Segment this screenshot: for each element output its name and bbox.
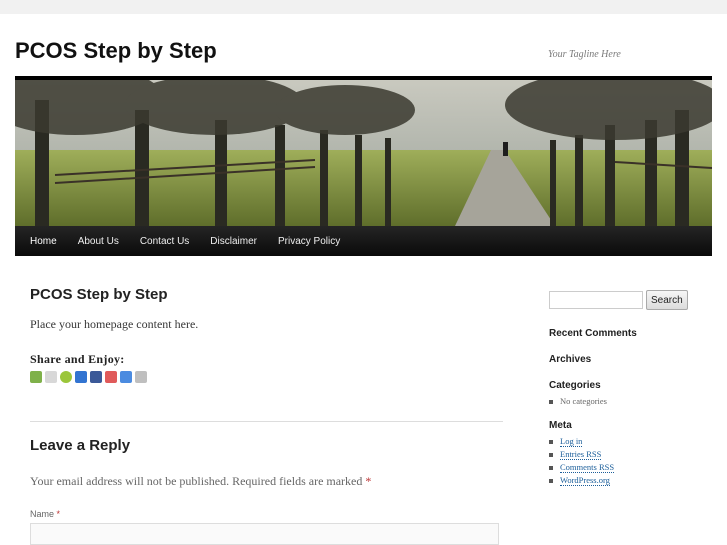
meta-entries-rss-link[interactable]: Entries RSS <box>560 449 602 460</box>
share-icons <box>30 371 505 383</box>
recent-comments-title: Recent Comments <box>549 328 637 339</box>
list-item: WordPress.org <box>549 474 714 487</box>
android-icon[interactable] <box>60 371 72 383</box>
meta-title: Meta <box>549 420 572 431</box>
print-icon[interactable] <box>30 371 42 383</box>
categories-list: No categories <box>549 395 714 408</box>
comment-notes: Your email address will not be published… <box>30 474 505 489</box>
list-item: Comments RSS <box>549 461 714 474</box>
reply-title: Leave a Reply <box>30 437 131 454</box>
nav-contact-us[interactable]: Contact Us <box>140 236 189 247</box>
list-item: Log in <box>549 435 714 448</box>
nav-privacy-policy[interactable]: Privacy Policy <box>278 236 340 247</box>
name-label-text: Name <box>30 509 55 519</box>
google-icon[interactable] <box>120 371 132 383</box>
nav-about-us[interactable]: About Us <box>78 236 119 247</box>
nav-disclaimer[interactable]: Disclaimer <box>210 236 257 247</box>
list-item: Entries RSS <box>549 448 714 461</box>
facebook-icon[interactable] <box>90 371 102 383</box>
search-button[interactable]: Search <box>646 290 688 310</box>
sidebar: Search Recent Comments Archives Categori… <box>549 290 714 487</box>
nav-home[interactable]: Home <box>30 236 57 247</box>
browser-top-strip <box>0 0 727 14</box>
site-title[interactable]: PCOS Step by Step <box>15 38 217 64</box>
list-item: No categories <box>549 395 714 408</box>
page: PCOS Step by Step Your Tagline Here Home… <box>0 14 727 545</box>
share-heading: Share and Enjoy: <box>30 352 125 366</box>
name-required-mark: * <box>56 509 61 519</box>
delicious-icon[interactable] <box>75 371 87 383</box>
entry-title[interactable]: PCOS Step by Step <box>30 286 505 303</box>
comment-notes-text: Your email address will not be published… <box>30 474 363 488</box>
search-input[interactable] <box>549 291 643 309</box>
required-mark: * <box>365 474 372 488</box>
entry-content: Place your homepage content here. <box>30 317 199 331</box>
meta-list: Log in Entries RSS Comments RSS WordPres… <box>549 435 714 487</box>
header-image <box>15 76 712 226</box>
categories-title: Categories <box>549 380 601 391</box>
meta-log-in-link[interactable]: Log in <box>560 436 583 447</box>
meta-comments-rss-link[interactable]: Comments RSS <box>560 462 615 473</box>
site-tagline: Your Tagline Here <box>548 49 621 60</box>
digg-icon[interactable] <box>45 371 57 383</box>
main-content: PCOS Step by Step Place your homepage co… <box>30 284 505 545</box>
email-icon[interactable] <box>105 371 117 383</box>
name-field[interactable] <box>30 523 499 545</box>
meta-wordpress-link[interactable]: WordPress.org <box>560 475 610 486</box>
search-form: Search <box>549 290 714 310</box>
archives-title: Archives <box>549 354 592 365</box>
divider <box>30 421 503 422</box>
name-label: Name * <box>30 509 505 519</box>
info-icon[interactable] <box>135 371 147 383</box>
main-navigation: Home About Us Contact Us Disclaimer Priv… <box>15 226 712 256</box>
